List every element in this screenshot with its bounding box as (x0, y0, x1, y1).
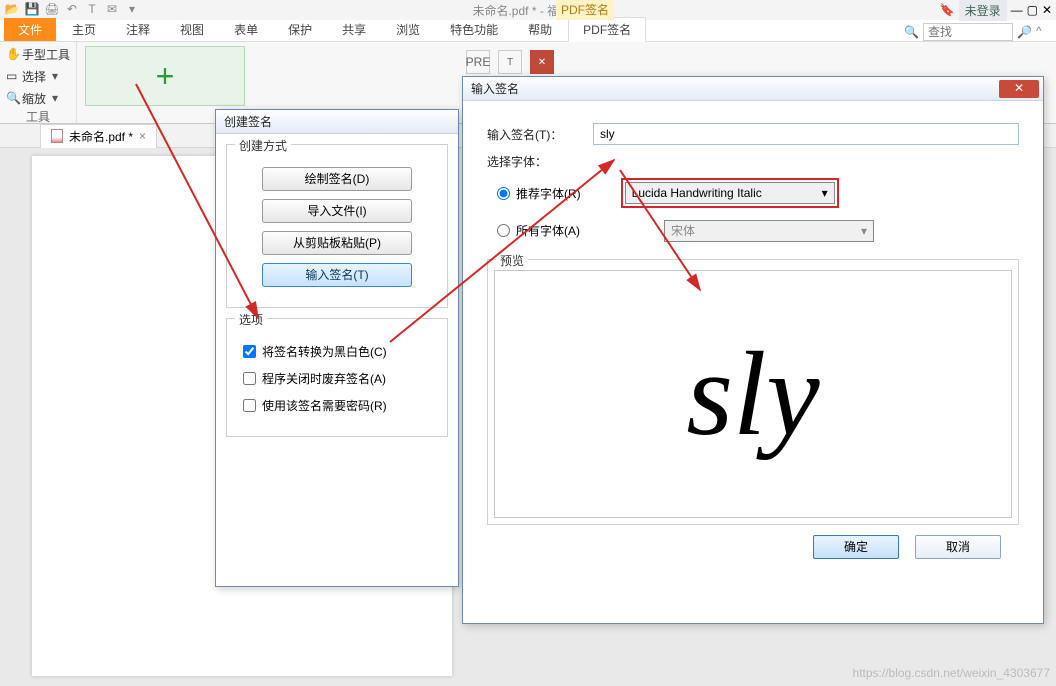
tab-pdfsign[interactable]: PDF签名 (568, 17, 646, 42)
ribbon-group-tools: ✋手型工具 ▭选择▾ 🔍缩放▾ 工具 (0, 42, 77, 123)
draw-signature-button[interactable]: 绘制签名(D) (262, 167, 412, 191)
tab-form[interactable]: 表单 (220, 18, 272, 41)
tool-hand[interactable]: ✋手型工具 (6, 44, 70, 64)
create-signature-dialog: 创建签名 创建方式 绘制签名(D) 导入文件(I) 从剪贴板粘贴(P) 输入签名… (215, 109, 459, 587)
pdf-file-icon (51, 129, 63, 143)
preview-group: 预览 sly (487, 259, 1019, 525)
import-file-button[interactable]: 导入文件(I) (262, 199, 412, 223)
search-input[interactable] (923, 23, 1013, 41)
document-tab-close-icon[interactable]: × (139, 129, 146, 143)
preview-legend: 预览 (496, 252, 528, 269)
tool-select-label: 选择 (22, 68, 46, 85)
select-font-label: 选择字体： (487, 153, 587, 170)
signature-preview: sly (494, 270, 1012, 518)
tab-file[interactable]: 文件 (4, 18, 56, 41)
opt-password-label: 使用该签名需要密码(R) (262, 397, 387, 414)
preview-icon-label: PRE (466, 55, 491, 69)
save-icon[interactable]: 💾 (24, 2, 40, 18)
delete-signature-icon[interactable]: ✕ (530, 50, 554, 74)
tab-share[interactable]: 共享 (328, 18, 380, 41)
tab-view[interactable]: 视图 (166, 18, 218, 41)
input-dialog-title: 输入签名 (471, 80, 519, 97)
open-icon[interactable]: 📂 (4, 2, 20, 18)
type-signature-label: 输入签名(T)： (487, 126, 587, 143)
tool-zoom[interactable]: 🔍缩放▾ (6, 88, 70, 108)
tab-home[interactable]: 主页 (58, 18, 110, 41)
opt-discard-checkbox[interactable] (243, 372, 256, 385)
recommended-font-label: 推荐字体(R) (516, 185, 581, 202)
chevron-down-icon: ▾ (861, 224, 867, 238)
opt-bw-label: 将签名转换为黑白色(C) (262, 343, 387, 360)
create-method-legend: 创建方式 (235, 137, 291, 154)
more-qat-icon[interactable]: ▾ (124, 2, 140, 18)
create-dialog-title: 创建签名 (224, 113, 272, 130)
opt-bw-checkbox[interactable] (243, 345, 256, 358)
preview-icon[interactable]: PRE (466, 50, 490, 74)
text-icon[interactable]: T (84, 2, 100, 18)
all-font-value: 宋体 (671, 222, 695, 239)
tool-select[interactable]: ▭选择▾ (6, 66, 70, 86)
ribbon-collapse-icon[interactable]: ^ (1036, 24, 1052, 40)
recommended-font-value: Lucida Handwriting Italic (632, 186, 762, 200)
close-window-icon[interactable]: ✕ (1042, 3, 1052, 17)
signature-preview-text: sly (686, 325, 819, 463)
opt-discard-label: 程序关闭时废弃签名(A) (262, 370, 386, 387)
find-icon[interactable]: 🔍 (904, 25, 919, 39)
ok-button[interactable]: 确定 (813, 535, 899, 559)
opt-password-checkbox[interactable] (243, 399, 256, 412)
document-tab-label: 未命名.pdf * (69, 128, 133, 145)
all-font-label: 所有字体(A) (516, 222, 580, 239)
ribbon-tabs: 文件 主页 注释 视图 表单 保护 共享 浏览 特色功能 帮助 PDF签名 🔍 … (0, 20, 1056, 42)
recommended-font-highlight: Lucida Handwriting Italic ▾ (621, 178, 839, 208)
create-method-group: 创建方式 绘制签名(D) 导入文件(I) 从剪贴板粘贴(P) 输入签名(T) (226, 144, 448, 308)
tab-features[interactable]: 特色功能 (436, 18, 512, 41)
undo-icon[interactable]: ↶ (64, 2, 80, 18)
recommended-font-radio[interactable] (497, 187, 510, 200)
tab-annotate[interactable]: 注释 (112, 18, 164, 41)
title-bar: 📂 💾 🖨 ↶ T ✉ ▾ 未命名.pdf * - 福昕阅读器 🔖 未登录 — … (0, 0, 1056, 20)
mail-icon[interactable]: ✉ (104, 2, 120, 18)
contextual-tab-pdfsign: PDF签名 (556, 0, 614, 20)
options-legend: 选项 (235, 311, 267, 328)
paste-clipboard-button[interactable]: 从剪贴板粘贴(P) (262, 231, 412, 255)
all-font-radio[interactable] (497, 224, 510, 237)
signature-text-input[interactable] (593, 123, 1019, 145)
login-status[interactable]: 未登录 (959, 0, 1007, 21)
window-title: 未命名.pdf * - 福昕阅读器 (140, 2, 940, 19)
quick-access-toolbar: 📂 💾 🖨 ↶ T ✉ ▾ (0, 2, 140, 18)
type-signature-button[interactable]: 输入签名(T) (262, 263, 412, 287)
text-sign-icon[interactable]: T (498, 50, 522, 74)
recommended-font-combo[interactable]: Lucida Handwriting Italic ▾ (625, 182, 835, 204)
create-signature-button[interactable]: + (85, 46, 245, 106)
search-plus-icon[interactable]: 🔎 (1017, 25, 1032, 39)
tab-browse[interactable]: 浏览 (382, 18, 434, 41)
print-icon[interactable]: 🖨 (44, 2, 60, 18)
all-font-combo: 宋体 ▾ (664, 220, 874, 242)
bookmark-icon[interactable]: 🔖 (940, 3, 955, 17)
watermark: https://blog.csdn.net/weixin_4303677 (853, 666, 1050, 680)
ribbon-group-label: 工具 (6, 108, 70, 125)
chevron-down-icon: ▾ (822, 186, 828, 200)
cancel-button[interactable]: 取消 (915, 535, 1001, 559)
input-signature-dialog: 输入签名 ✕ 输入签名(T)： 选择字体： 推荐字体(R) Lucida Han… (462, 76, 1044, 624)
dialog-close-button[interactable]: ✕ (999, 80, 1039, 98)
document-tab[interactable]: 未命名.pdf * × (40, 124, 157, 148)
tool-hand-label: 手型工具 (22, 46, 70, 63)
minimize-icon[interactable]: — (1011, 3, 1023, 17)
tab-help[interactable]: 帮助 (514, 18, 566, 41)
tool-zoom-label: 缩放 (22, 90, 46, 107)
tab-protect[interactable]: 保护 (274, 18, 326, 41)
options-group: 选项 将签名转换为黑白色(C) 程序关闭时废弃签名(A) 使用该签名需要密码(R… (226, 318, 448, 437)
maximize-icon[interactable]: ▢ (1027, 3, 1038, 17)
